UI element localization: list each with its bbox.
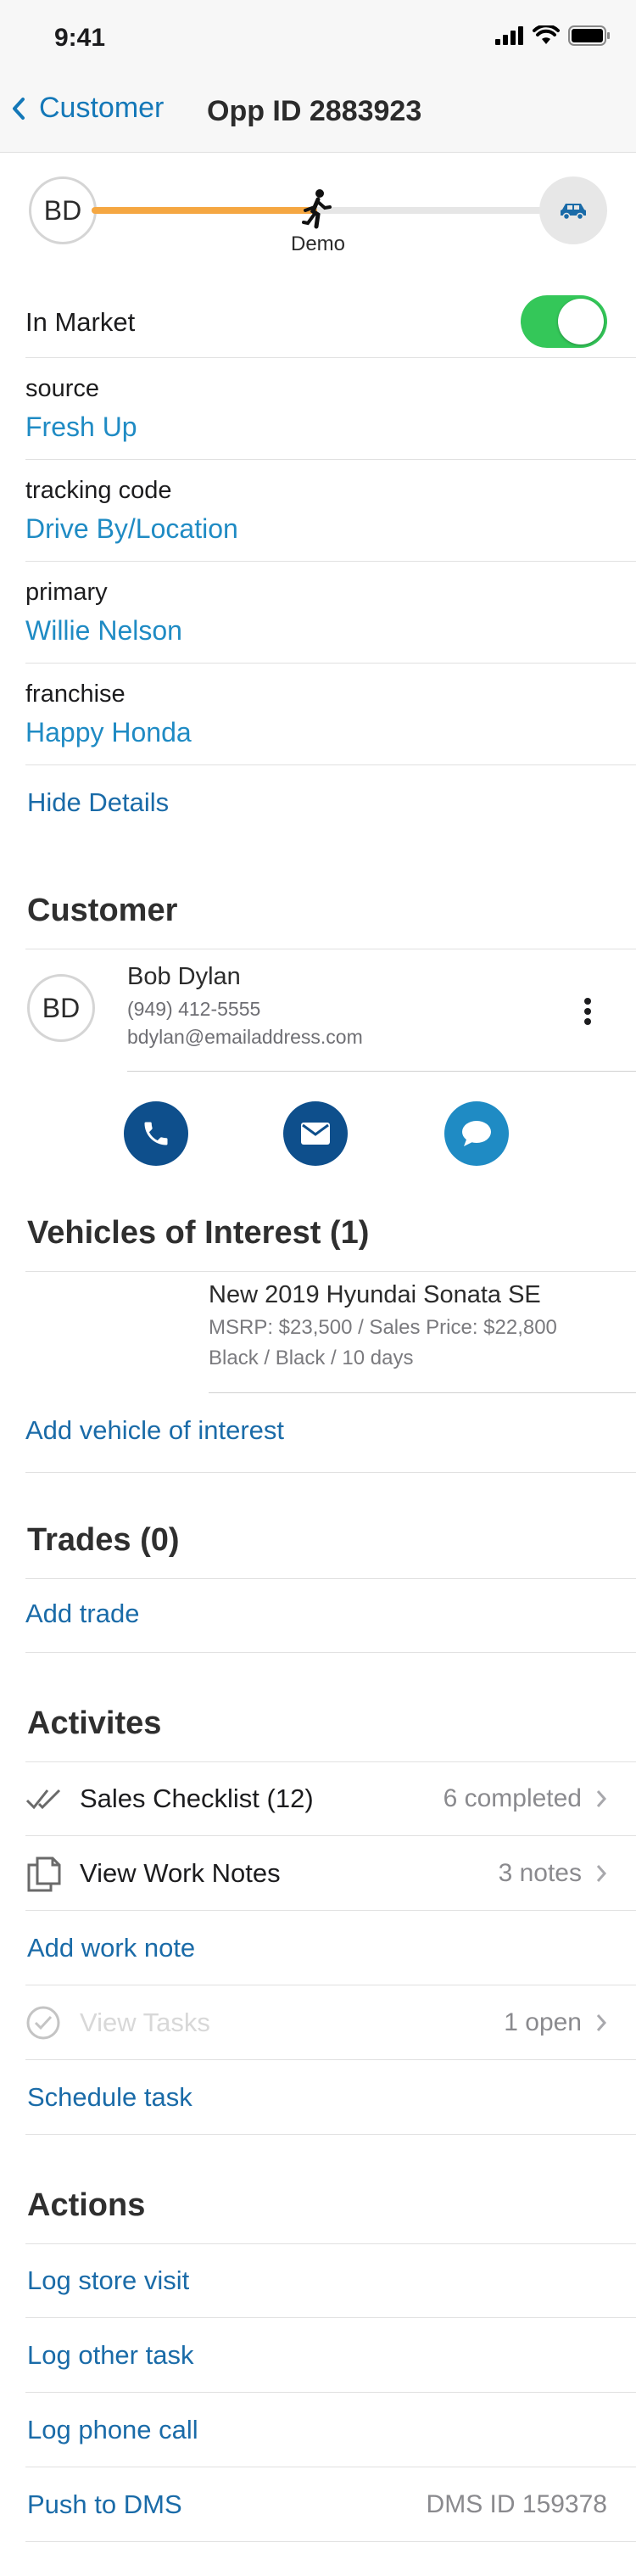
wifi-icon (533, 25, 560, 44)
field-value: Happy Honda (25, 717, 192, 748)
double-check-icon (25, 1789, 61, 1809)
more-options-icon[interactable] (583, 997, 592, 1026)
signal-icon (495, 26, 523, 45)
field-value: Willie Nelson (25, 615, 182, 646)
notes-count: 3 notes (498, 1859, 582, 1887)
check-circle-icon (26, 2006, 60, 2039)
field-value: Fresh Up (25, 412, 137, 442)
field-value: Drive By/Location (25, 513, 238, 544)
chevron-right-icon (596, 1790, 607, 1807)
notes-icon (27, 1856, 61, 1891)
log-store-visit-row[interactable]: Log store visit (25, 2243, 636, 2318)
sales-progress: BD Demo (0, 153, 636, 280)
customer-avatar: BD (27, 974, 95, 1042)
schedule-task-link[interactable]: Schedule task (27, 2082, 192, 2113)
actions-section-title: Actions (27, 2187, 146, 2223)
stage-label: Demo (290, 232, 346, 255)
add-work-note-link[interactable]: Add work note (27, 1933, 195, 1963)
in-market-toggle[interactable] (521, 295, 607, 348)
battery-icon (568, 25, 610, 46)
customer-card[interactable]: Bob Dylan (949) 412-5555 bdylan@emailadd… (127, 963, 636, 1072)
message-button[interactable] (444, 1101, 509, 1166)
detail-field-tracking-code[interactable]: tracking code Drive By/Location (25, 477, 636, 562)
vehicle-of-interest-item[interactable]: New 2019 Hyundai Sonata SE MSRP: $23,500… (209, 1281, 636, 1393)
add-trade-row[interactable]: Add trade (25, 1578, 636, 1653)
checklist-count: 6 completed (443, 1784, 582, 1812)
divider (25, 1271, 636, 1272)
view-tasks-label: View Tasks (80, 2007, 210, 2037)
sales-checklist-row[interactable]: Sales Checklist (12) 6 completed (25, 1761, 636, 1836)
detail-field-franchise[interactable]: franchise Happy Honda (25, 680, 636, 765)
page-title: Opp ID 2883923 (207, 95, 422, 127)
toggle-knob (558, 299, 604, 344)
customer-section-title: Customer (27, 893, 178, 928)
add-trade-link[interactable]: Add trade (25, 1599, 636, 1629)
tasks-count: 1 open (504, 2008, 582, 2036)
mail-icon (301, 1123, 330, 1145)
detail-field-source[interactable]: source Fresh Up (25, 375, 636, 460)
push-to-dms-row[interactable]: Push to DMS DMS ID 159378 (25, 2467, 636, 2542)
progress-fill (92, 207, 317, 214)
status-time: 9:41 (54, 24, 106, 52)
activities-section-title: Activites (27, 1705, 162, 1741)
schedule-task-row[interactable]: Schedule task (25, 2060, 636, 2135)
email-button[interactable] (283, 1101, 348, 1166)
push-to-dms-link[interactable]: Push to DMS (27, 2489, 182, 2520)
customer-email: bdylan@emailaddress.com (127, 1026, 363, 1048)
chevron-right-icon (596, 1865, 607, 1882)
chat-bubble-icon (462, 1121, 491, 1146)
field-label: franchise (25, 680, 126, 708)
add-vehicle-link[interactable]: Add vehicle of interest (25, 1415, 636, 1446)
field-label: primary (25, 579, 108, 606)
work-notes-row[interactable]: View Work Notes 3 notes (25, 1836, 636, 1911)
field-label: tracking code (25, 477, 172, 504)
checklist-label: Sales Checklist (12) (80, 1783, 314, 1813)
add-vehicle-row[interactable]: Add vehicle of interest (25, 1402, 636, 1473)
log-other-task-link[interactable]: Log other task (27, 2340, 193, 2371)
vehicle-detail: Black / Black / 10 days (209, 1347, 414, 1369)
field-label: source (25, 375, 100, 402)
car-icon (561, 204, 586, 220)
navigation-bar: Customer Opp ID 2883923 (0, 75, 636, 153)
hide-details-link[interactable]: Hide Details (27, 787, 169, 818)
vehicle-title: New 2019 Hyundai Sonata SE (209, 1281, 541, 1308)
customer-initials-avatar: BD (29, 176, 97, 244)
customer-name: Bob Dylan (127, 963, 241, 990)
log-phone-call-link[interactable]: Log phone call (27, 2415, 198, 2445)
add-work-note-row[interactable]: Add work note (25, 1911, 636, 1985)
vehicle-stage-circle (539, 176, 607, 244)
chevron-right-icon (596, 2014, 607, 2031)
vehicle-price: MSRP: $23,500 / Sales Price: $22,800 (209, 1316, 557, 1339)
call-button[interactable] (124, 1101, 188, 1166)
walking-person-icon (302, 189, 332, 229)
back-label: Customer (39, 92, 165, 124)
in-market-row: In Market (25, 295, 636, 358)
detail-field-primary[interactable]: primary Willie Nelson (25, 579, 636, 664)
work-notes-label: View Work Notes (80, 1857, 281, 1888)
chevron-left-icon (13, 97, 25, 120)
phone-icon (144, 1122, 168, 1145)
log-store-visit-link[interactable]: Log store visit (27, 2265, 189, 2296)
log-other-task-row[interactable]: Log other task (25, 2318, 636, 2393)
log-phone-call-row[interactable]: Log phone call (25, 2393, 636, 2467)
status-icons (495, 25, 611, 46)
back-button[interactable]: Customer (10, 92, 164, 125)
dms-id: DMS ID 159378 (426, 2490, 607, 2518)
trades-section-title: Trades (0) (27, 1522, 180, 1558)
customer-phone: (949) 412-5555 (127, 998, 261, 1020)
vehicles-section-title: Vehicles of Interest (1) (27, 1215, 370, 1251)
status-bar: 9:41 (0, 0, 636, 75)
view-tasks-row[interactable]: View Tasks 1 open (25, 1985, 636, 2060)
